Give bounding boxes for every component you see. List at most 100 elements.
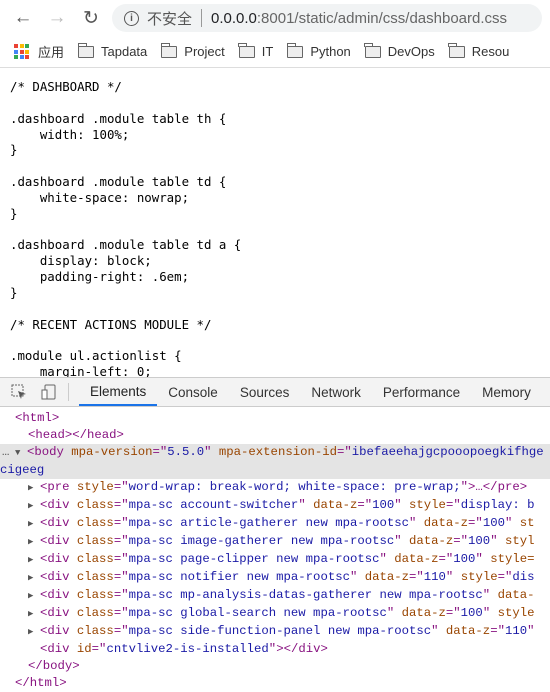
expand-right-icon[interactable]: ▶ (28, 516, 40, 533)
bookmark-label: Python (310, 44, 351, 59)
token-punc: =" (152, 445, 168, 459)
token-attr: data-z (423, 516, 469, 530)
token-punc: " (379, 552, 395, 566)
expand-right-icon[interactable]: ▶ (28, 624, 40, 641)
tab-sources[interactable]: Sources (229, 378, 301, 406)
more-dots-icon[interactable]: … (2, 444, 9, 461)
bookmark-item[interactable]: Project (160, 42, 225, 59)
token-attr: id (76, 642, 92, 656)
token-val: mpa-sc page-clipper new mpa-rootsc (128, 552, 380, 566)
tab-performance[interactable]: Performance (372, 378, 471, 406)
info-icon[interactable]: i (124, 10, 139, 26)
folder-icon (238, 42, 255, 58)
token-punc: =" (113, 570, 129, 584)
folder-icon (286, 42, 304, 58)
css-line: width: 100%; (10, 126, 130, 142)
dom-node[interactable]: </html> (0, 675, 550, 692)
expand-right-icon[interactable]: ▶ (28, 552, 40, 569)
dom-node[interactable]: <div id="cntvlive2-is-installed"></div> (0, 641, 550, 658)
token-punc: " (445, 570, 461, 584)
bookmark-item[interactable]: Resou (448, 42, 509, 59)
token-val: mpa-sc article-gatherer new mpa-rootsc (128, 516, 409, 530)
token-punc: =" (336, 445, 352, 459)
tab-console[interactable]: Console (157, 378, 229, 406)
token-tag: <div (40, 552, 77, 566)
bookmark-label: IT (261, 44, 274, 59)
expand-right-icon[interactable]: ▶ (28, 480, 40, 497)
dom-node[interactable]: ▶ <div class="mpa-sc side-function-panel … (0, 623, 550, 641)
divider (68, 383, 69, 401)
token-attr: mpa-extension-id (218, 445, 337, 459)
token-attr: class (76, 552, 114, 566)
bookmark-item[interactable]: DevOps (364, 42, 435, 59)
back-arrow-icon[interactable]: ← (6, 3, 40, 33)
token-tag: <head></head> (28, 428, 124, 442)
token-attr: data- (497, 588, 535, 602)
css-line (10, 158, 550, 174)
token-punc: =" (445, 498, 461, 512)
token-attr: style (460, 570, 498, 584)
token-punc: " (490, 534, 505, 548)
folder-icon (448, 42, 465, 58)
bookmark-label: 应用 (38, 45, 65, 60)
dom-node[interactable]: ▶ <div class="mpa-sc global-search new mp… (0, 605, 550, 623)
tab-network[interactable]: Network (300, 378, 372, 406)
token-punc: " (475, 552, 491, 566)
tab-memory[interactable]: Memory (471, 378, 542, 406)
expand-right-icon[interactable]: ▶ (28, 588, 40, 605)
token-val: mpa-sc image-gatherer new mpa-rootsc (128, 534, 395, 548)
token-attr: data-z (394, 552, 439, 566)
token-punc: " (460, 480, 469, 494)
forward-arrow-icon[interactable]: → (40, 3, 74, 33)
token-tag: <body (27, 445, 72, 459)
bookmarks-bar: 应用 Tapdata Project IT Python DevOps Resou (0, 36, 550, 68)
dom-node[interactable]: ▶ <pre style="word-wrap: break-word; whit… (0, 479, 550, 497)
token-tag: <pre (40, 480, 77, 494)
token-val: mpa-sc side-function-panel new mpa-roots… (128, 624, 432, 638)
folder-icon (364, 42, 381, 58)
expand-right-icon[interactable]: ▶ (28, 606, 40, 623)
dom-node[interactable]: <html> (0, 410, 550, 427)
token-val: cntvlive2-is-installed (106, 642, 269, 656)
token-attr: class (76, 516, 114, 530)
tab-elements[interactable]: Elements (79, 378, 158, 406)
bookmark-item[interactable]: Tapdata (77, 42, 147, 59)
token-attr: data-z (401, 606, 446, 620)
token-tag: <div (40, 606, 77, 620)
token-punc: " (298, 498, 314, 512)
css-line: } (10, 205, 18, 221)
token-val: 100 (468, 534, 491, 548)
folder-icon (160, 42, 178, 58)
reload-icon[interactable]: ↻ (74, 3, 108, 33)
css-line: .dashboard .module table td { (10, 174, 227, 190)
apps-icon (14, 44, 29, 59)
device-toolbar-icon[interactable] (34, 378, 64, 406)
token-val: display: b (460, 498, 535, 512)
page-content: /* DASHBOARD */ .dashboard .module table … (0, 69, 550, 379)
expand-right-icon[interactable]: ▶ (28, 534, 40, 551)
token-punc: =" (438, 552, 454, 566)
token-punc: =" (453, 534, 469, 548)
dom-node[interactable]: ▶ <div class =" mpa-sc page-clipper new mpa… (0, 551, 550, 569)
dom-node[interactable]: </body> (0, 658, 550, 675)
browser-toolbar: ← → ↻ i 不安全 0.0.0.0:8001/static/admin/cs… (0, 0, 550, 36)
dom-node[interactable]: ▶ <div class="mpa-sc account-switcher" da… (0, 497, 550, 515)
dom-node[interactable]: ▶ <div class="mpa-sc mp-analysis-datas-ga… (0, 587, 550, 605)
expand-down-icon[interactable]: ▼ (15, 445, 27, 462)
dom-node[interactable]: ▶ <div class="mpa-sc notifier new mpa-roo… (0, 569, 550, 587)
address-bar[interactable]: i 不安全 0.0.0.0:8001/static/admin/css/dash… (112, 4, 542, 32)
bookmark-item[interactable]: 应用 (14, 42, 64, 61)
dom-node[interactable]: <head></head> (0, 427, 550, 444)
expand-right-icon[interactable]: ▶ (28, 498, 40, 515)
dom-node[interactable]: … ▼ <body mpa-version="5.5.0" mpa-extensio… (0, 444, 550, 479)
css-line: .module ul.actionlist { (10, 348, 182, 364)
dom-node[interactable]: ▶ <div class="mpa-sc article-gatherer new… (0, 515, 550, 533)
token-punc: " (482, 588, 498, 602)
css-line: .dashboard .module table th { (10, 110, 227, 126)
inspect-element-icon[interactable] (4, 378, 34, 406)
dom-node[interactable]: ▶ <div class="mpa-sc image-gatherer new m… (0, 533, 550, 551)
token-attr: class (76, 624, 114, 638)
expand-right-icon[interactable]: ▶ (28, 570, 40, 587)
bookmark-item[interactable]: IT (238, 42, 274, 59)
bookmark-item[interactable]: Python (286, 42, 351, 59)
